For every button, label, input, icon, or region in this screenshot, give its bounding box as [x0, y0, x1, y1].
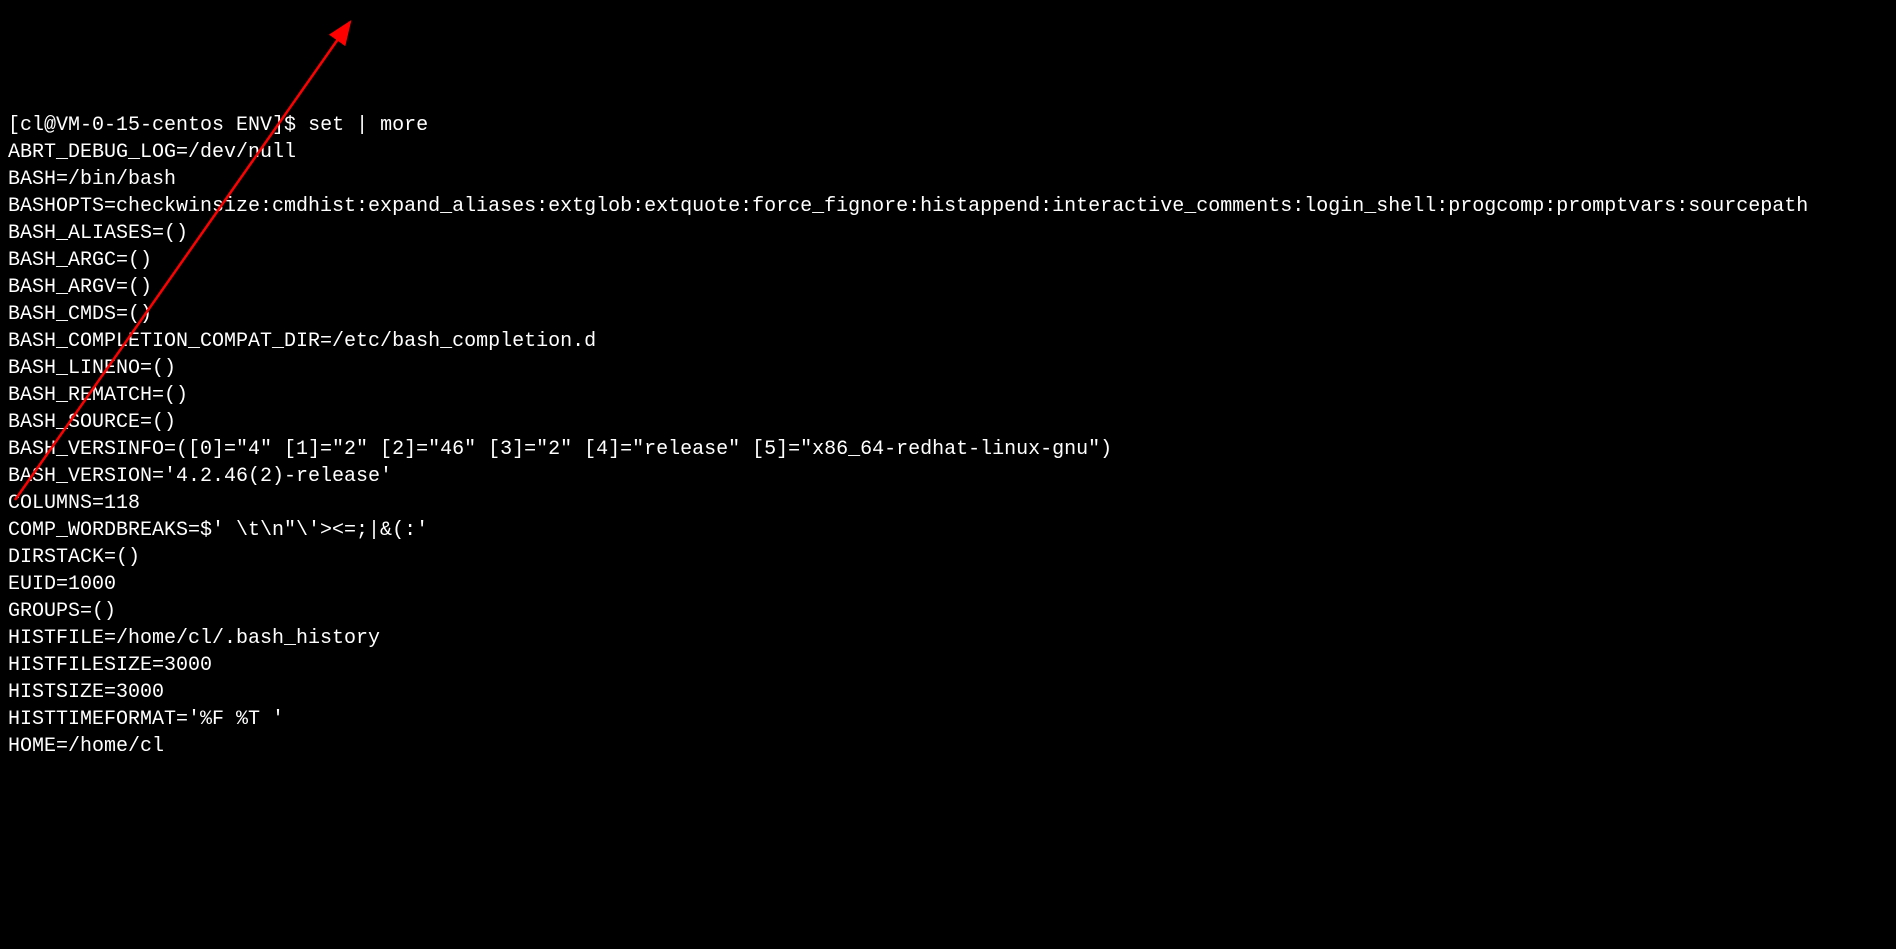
- output-line: EUID=1000: [8, 571, 1888, 598]
- output-line: BASH_COMPLETION_COMPAT_DIR=/etc/bash_com…: [8, 328, 1888, 355]
- output-line: GROUPS=(): [8, 598, 1888, 625]
- output-line: HOME=/home/cl: [8, 733, 1888, 760]
- output-line: HISTFILE=/home/cl/.bash_history: [8, 625, 1888, 652]
- command-line: [cl@VM-0-15-centos ENV]$ set | more: [8, 112, 1888, 139]
- output-line: HISTSIZE=3000: [8, 679, 1888, 706]
- output-line: HISTFILESIZE=3000: [8, 652, 1888, 679]
- output-line: BASH_ALIASES=(): [8, 220, 1888, 247]
- output-line: BASH_CMDS=(): [8, 301, 1888, 328]
- output-line: BASH_REMATCH=(): [8, 382, 1888, 409]
- output-line: ABRT_DEBUG_LOG=/dev/null: [8, 139, 1888, 166]
- output-line: BASH_ARGV=(): [8, 274, 1888, 301]
- output-line: BASH_LINENO=(): [8, 355, 1888, 382]
- output-line: BASH=/bin/bash: [8, 166, 1888, 193]
- output-line: BASH_VERSION='4.2.46(2)-release': [8, 463, 1888, 490]
- output-line: DIRSTACK=(): [8, 544, 1888, 571]
- output-line: HISTTIMEFORMAT='%F %T ': [8, 706, 1888, 733]
- output-line: BASH_SOURCE=(): [8, 409, 1888, 436]
- output-line: COLUMNS=118: [8, 490, 1888, 517]
- entered-command: set | more: [308, 114, 428, 137]
- shell-prompt: [cl@VM-0-15-centos ENV]$: [8, 114, 308, 137]
- output-line: BASHOPTS=checkwinsize:cmdhist:expand_ali…: [8, 193, 1888, 220]
- terminal-output[interactable]: [cl@VM-0-15-centos ENV]$ set | moreABRT_…: [8, 112, 1888, 760]
- output-line: COMP_WORDBREAKS=$' \t\n"\'><=;|&(:': [8, 517, 1888, 544]
- output-line: BASH_VERSINFO=([0]="4" [1]="2" [2]="46" …: [8, 436, 1888, 463]
- output-line: BASH_ARGC=(): [8, 247, 1888, 274]
